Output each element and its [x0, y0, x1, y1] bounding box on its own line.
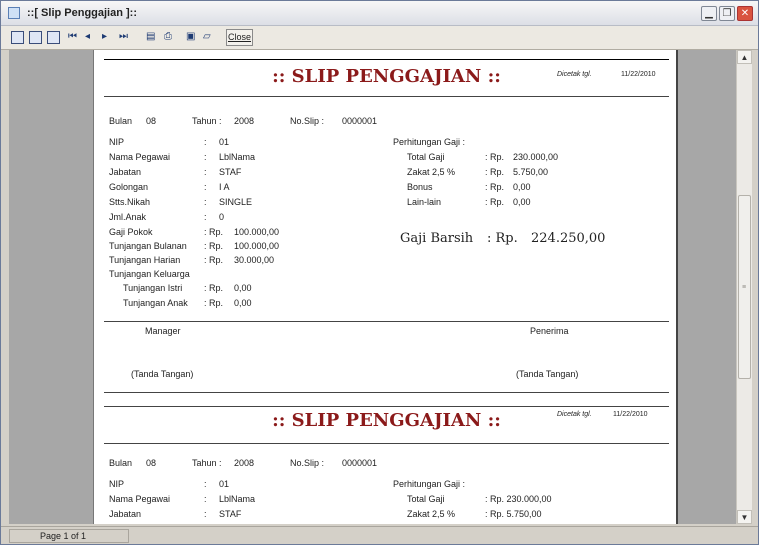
tahun-label: Tahun : — [192, 116, 222, 126]
net-salary-value: 224.250,00 — [531, 231, 606, 246]
slip-end-rule — [104, 392, 669, 393]
calc-row: Zakat 2,5 %: Rp. 5.750,00 — [407, 167, 549, 177]
calc-row-2: Zakat 2,5 %: Rp. 5.750,00 — [407, 509, 542, 519]
report-window: ::[ Slip Penggajian ]:: ▁ ❐ ✕ ⏮ ◂ ▸ ⏭ ▤ … — [0, 0, 759, 545]
field-row-2: Jabatan: STAF — [109, 509, 242, 519]
print-setup-icon[interactable]: ▤ — [146, 30, 155, 46]
bulan-label: Bulan — [109, 116, 133, 126]
title-bar: ::[ Slip Penggajian ]:: ▁ ❐ ✕ — [1, 1, 758, 26]
report-page: :: SLIP PENGGAJIAN :: Dicetak tgl. 11/22… — [93, 50, 678, 524]
bulan-value-2: 08 — [146, 458, 157, 468]
printed-label: Dicetak tgl. — [557, 71, 592, 78]
next-page-icon[interactable]: ▸ — [102, 30, 107, 46]
noslip-label: No.Slip : — [290, 116, 325, 126]
calc-row: Bonus: Rp. 0,00 — [407, 182, 531, 192]
second-heading-rule — [104, 443, 669, 444]
field-row: Gaji Pokok: Rp. 100.000,00 — [109, 227, 280, 237]
previous-page-icon[interactable]: ◂ — [85, 30, 90, 46]
receiver-signature: (Tanda Tangan) — [516, 369, 579, 379]
field-row: Nama Pegawai: LblNama — [109, 152, 256, 162]
tahun-value-2: 2008 — [234, 458, 255, 468]
bulan-label-2: Bulan — [109, 458, 133, 468]
bulan-value: 08 — [146, 116, 157, 126]
noslip-value: 0000001 — [342, 116, 378, 126]
last-page-icon[interactable]: ⏭ — [119, 30, 128, 46]
printed-label-2: Dicetak tgl. — [557, 411, 592, 418]
save-icon[interactable]: ▣ — [186, 30, 195, 46]
tahun-value: 2008 — [234, 116, 255, 126]
field-row: Tunjangan Keluarga — [109, 269, 190, 279]
maximize-icon[interactable]: ❐ — [719, 6, 735, 21]
field-row-2: NIP:01 — [109, 479, 230, 489]
zoom-icon[interactable] — [47, 31, 60, 44]
report-toolbar: ⏮ ◂ ▸ ⏭ ▤ ⎙ ▣ ▱ Close — [1, 26, 758, 50]
scroll-up-icon[interactable]: ▲ — [737, 50, 752, 64]
printed-date-2: 11/22/2010 — [613, 411, 648, 418]
calc-title-2: Perhitungan Gaji : — [393, 479, 466, 489]
noslip-value-2: 0000001 — [342, 458, 378, 468]
field-row: Tunjangan Anak: Rp. 0,00 — [123, 298, 252, 308]
printed-date: 11/22/2010 — [621, 71, 656, 78]
second-top-rule — [104, 406, 669, 407]
heading-rule — [104, 96, 669, 97]
top-rule — [104, 59, 669, 60]
page-status: Page 1 of 1 — [9, 529, 129, 543]
manager-label: Manager — [145, 326, 181, 336]
tahun-label-2: Tahun : — [192, 458, 222, 468]
report-viewport: :: SLIP PENGGAJIAN :: Dicetak tgl. 11/22… — [9, 50, 736, 524]
receiver-label: Penerima — [530, 326, 569, 336]
field-row: Tunjangan Bulanan: Rp. 100.000,00 — [109, 241, 280, 251]
close-icon[interactable]: ✕ — [737, 6, 753, 21]
calc-row: Lain-lain: Rp. 0,00 — [407, 197, 531, 207]
field-row: Tunjangan Harian: Rp. 30.000,00 — [109, 255, 275, 265]
app-icon — [8, 7, 20, 19]
vertical-scrollbar[interactable]: ▲ ≡ ▼ — [736, 50, 752, 524]
field-row: Stts.Nikah: SINGLE — [109, 197, 253, 207]
field-row: Jml.Anak:0 — [109, 212, 225, 222]
field-row: Tunjangan Istri: Rp. 0,00 — [123, 283, 252, 293]
calc-row-2: Total Gaji: Rp. 230.000,00 — [407, 494, 552, 504]
field-row: NIP:01 — [109, 137, 230, 147]
signature-rule — [104, 321, 669, 322]
printer-icon[interactable]: ⎙ — [164, 30, 172, 46]
close-report-button[interactable]: Close — [226, 29, 253, 46]
manager-signature: (Tanda Tangan) — [131, 369, 194, 379]
noslip-label-2: No.Slip : — [290, 458, 325, 468]
minimize-icon[interactable]: ▁ — [701, 6, 717, 21]
grip-icon: ≡ — [742, 284, 747, 291]
left-margin — [1, 50, 9, 524]
net-salary-sep: : Rp. — [487, 231, 518, 246]
status-bar: Page 1 of 1 — [1, 526, 758, 544]
calc-row: Total Gaji: Rp. 230.000,00 — [407, 152, 559, 162]
open-folder-icon[interactable]: ▱ — [203, 30, 211, 46]
calc-title: Perhitungan Gaji : — [393, 137, 466, 147]
list-view-icon[interactable] — [29, 31, 42, 44]
first-page-icon[interactable]: ⏮ — [68, 30, 77, 46]
field-row-2: Nama Pegawai: LblNama — [109, 494, 256, 504]
net-salary-label: Gaji Barsih — [400, 231, 474, 246]
window-title: ::[ Slip Penggajian ]:: — [27, 7, 137, 19]
field-row: Jabatan: STAF — [109, 167, 242, 177]
field-row: Golongan: I A — [109, 182, 230, 192]
page-view-icon[interactable] — [11, 31, 24, 44]
scroll-down-icon[interactable]: ▼ — [737, 510, 752, 524]
scroll-thumb[interactable]: ≡ — [738, 195, 751, 379]
